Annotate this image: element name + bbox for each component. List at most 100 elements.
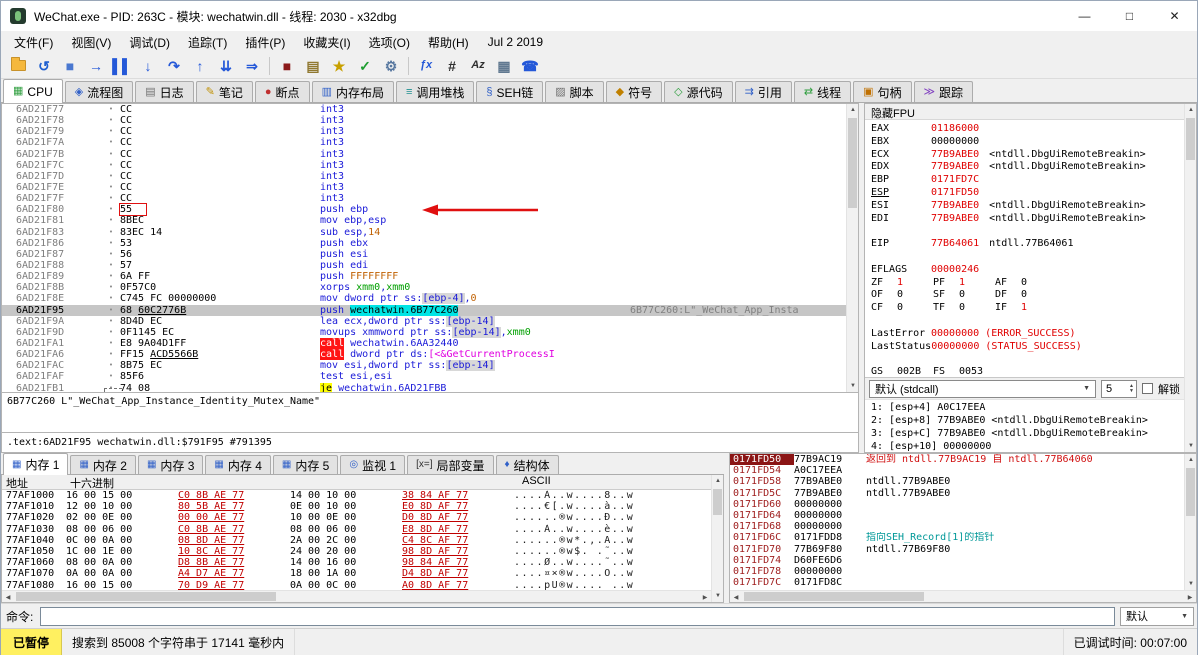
registers-vertical-scrollbar[interactable]: ▲ ▼ (1184, 104, 1196, 452)
command-input[interactable] (40, 606, 1115, 626)
scroll-up-arrow-icon[interactable]: ▲ (712, 475, 724, 487)
tab-memory-3[interactable]: ▦ 内存 3 (137, 455, 204, 474)
tab-breakpoints[interactable]: ● 断点 (254, 81, 310, 102)
tab-memory-5[interactable]: ▦ 内存 5 (272, 455, 339, 474)
command-mode-select[interactable]: 默认 ▼ (1120, 606, 1194, 626)
stack-row[interactable]: 0171FD7C 0171FD8C (730, 577, 1184, 588)
stack-row[interactable]: 0171FD5C 77B9ABE0 ntdll.77B9ABE0 (730, 488, 1184, 499)
menu-item-4[interactable]: 插件(P) (236, 32, 294, 53)
disasm-vertical-scrollbar[interactable]: ▲ ▼ (846, 104, 858, 392)
disasm-row[interactable]: 6AD21F9D • 0F1145 EC movups xmmword ptr ss:… (2, 326, 846, 338)
menu-item-2[interactable]: 调试(D) (120, 32, 179, 53)
breakpoints-button[interactable]: ■ (275, 55, 299, 77)
stack-row[interactable]: 0171FD6C 0171FDD8 指向SEH_Record[1]的指针 (730, 532, 1184, 543)
menu-item-3[interactable]: 追踪(T) (179, 32, 236, 53)
disasm-row[interactable]: 6AD21FB1 • 74 08 je wechatwin.6AD21FBB (2, 382, 846, 392)
tab-cpu[interactable]: ▦ CPU (3, 79, 63, 103)
scroll-thumb[interactable] (713, 489, 722, 515)
maximize-button[interactable]: □ (1107, 1, 1152, 31)
tab-memory-2[interactable]: ▦ 内存 2 (70, 455, 136, 474)
argument-row[interactable]: 4: [esp+10] 00000000 (871, 440, 1184, 452)
argument-row[interactable]: 3: [esp+C] 77B9ABE0 <ntdll.DbgUiRemoteBr… (871, 427, 1184, 440)
tab-memory-4[interactable]: ▦ 内存 4 (205, 455, 271, 474)
scroll-track[interactable] (1185, 116, 1196, 440)
run-to-user-code-button[interactable]: ⇊ (214, 55, 238, 77)
disasm-row[interactable]: 6AD21FA1 • E8 9A04D1FF call wechatwin.6AA32… (2, 337, 846, 349)
disasm-row[interactable]: 6AD21F95 • 68 60C2776B push wechatwin.6B77C… (2, 304, 846, 316)
tab-references[interactable]: ⇉ 引用 (734, 81, 792, 102)
dump-row[interactable]: 77AF1050 1C 00 1E 00 10 8C AE 77 24 00 20 0… (2, 546, 711, 557)
disasm-row[interactable]: 6AD21F7B • CC int3 (2, 149, 846, 160)
scroll-up-arrow-icon[interactable]: ▲ (1185, 454, 1197, 466)
register-row[interactable]: EBP 0171FD7C (871, 174, 1184, 187)
scroll-up-arrow-icon[interactable]: ▲ (1185, 104, 1197, 116)
stack-row[interactable]: 0171FD58 77B9ABE0 ntdll.77B9ABE0 (730, 476, 1184, 487)
register-row[interactable]: EAX 01186000 (871, 123, 1184, 136)
disasm-row[interactable]: 6AD21F7C • CC int3 (2, 160, 846, 171)
dump-row[interactable]: 77AF1010 12 00 10 00 80 5B AE 77 0E 00 10 0… (2, 501, 711, 512)
scroll-right-arrow-icon[interactable]: ▶ (1184, 591, 1196, 603)
stack-row[interactable]: 0171FD64 00000000 (730, 510, 1184, 521)
register-row[interactable]: EBX 00000000 (871, 136, 1184, 149)
tab-log[interactable]: ▤ 日志 (135, 81, 194, 102)
scroll-right-arrow-icon[interactable]: ▶ (699, 591, 711, 603)
close-button[interactable]: ✕ (1152, 1, 1197, 31)
register-row[interactable]: ESI 77B9ABE0 <ntdll.DbgUiRemoteBreakin> (871, 200, 1184, 213)
disasm-row[interactable]: 6AD21F77 • CC int3 (2, 104, 846, 115)
settings-button[interactable]: ⚙ (379, 55, 403, 77)
dump-row[interactable]: 77AF1060 08 00 0A 00 D8 8B AE 77 14 00 16 0… (2, 557, 711, 568)
skip-instruction-button[interactable]: ⇒ (240, 55, 264, 77)
tab-symbols[interactable]: ◆ 符号 (605, 81, 663, 102)
scroll-down-arrow-icon[interactable]: ▼ (712, 590, 724, 602)
stack-row[interactable]: 0171FD68 00000000 (730, 521, 1184, 532)
disasm-row[interactable]: 6AD21F83 • 83EC 14 sub esp,14 (2, 227, 846, 238)
stack-row[interactable]: 0171FD50 77B9AC19 返回到 ntdll.77B9AC19 自 ntd… (730, 454, 1184, 466)
menu-item-1[interactable]: 视图(V) (62, 32, 120, 53)
stack-row[interactable]: 0171FD54 A0C17EEA (730, 465, 1184, 476)
pause-button[interactable]: ▌▌ (110, 55, 134, 77)
disasm-row[interactable]: 6AD21F88 • 57 push edi (2, 260, 846, 271)
register-row[interactable]: OF 0 SF 0 DF 0 (871, 289, 1184, 302)
calculator-button[interactable]: ▦ (492, 55, 516, 77)
stack-vertical-scrollbar[interactable]: ▲ ▼ (1184, 454, 1196, 590)
scroll-down-arrow-icon[interactable]: ▼ (847, 380, 859, 392)
scroll-track[interactable] (712, 487, 723, 590)
dump-row[interactable]: 77AF1000 16 00 15 00 C0 8B AE 77 14 00 10 0… (2, 490, 711, 501)
register-row[interactable]: LastError 00000000 (ERROR_SUCCESS) (871, 328, 1184, 341)
disasm-row[interactable]: 6AD21F89 • 6A FF push FFFFFFFF (2, 271, 846, 282)
scroll-thumb[interactable] (16, 592, 276, 601)
open-file-button[interactable] (6, 55, 30, 77)
menu-item-7[interactable]: 帮助(H) (419, 32, 478, 53)
disasm-row[interactable]: 6AD21F8E • C745 FC 00000000 mov dword ptr s… (2, 293, 846, 305)
tab-notes[interactable]: ✎ 笔记 (195, 81, 253, 102)
disasm-row[interactable]: 6AD21F7F • CC int3 (2, 193, 846, 204)
run-button[interactable]: → (84, 55, 108, 77)
restart-button[interactable]: ↺ (32, 55, 56, 77)
scroll-track[interactable] (14, 591, 699, 602)
stack-row[interactable]: 0171FD78 00000000 (730, 566, 1184, 577)
tab-handles[interactable]: ▣ 句柄 (853, 81, 912, 102)
tab-trace[interactable]: ≫ 跟踪 (913, 81, 974, 102)
log-window-button[interactable]: ▤ (301, 55, 325, 77)
dump-row[interactable]: 77AF1080 16 00 15 00 70 D9 AE 77 0A 00 0C 0… (2, 580, 711, 591)
tab-graph[interactable]: ◈ 流程图 (64, 81, 134, 102)
register-row[interactable]: EDX 77B9ABE0 <ntdll.DbgUiRemoteBreakin> (871, 161, 1184, 174)
dump-row[interactable]: 77AF1030 08 00 06 00 C0 8B AE 77 08 00 06 0… (2, 524, 711, 535)
register-row[interactable]: ZF 1 PF 1 AF 0 (871, 277, 1184, 290)
dump-row[interactable]: 77AF1070 0A 00 0A 00 A4 D7 AE 77 18 00 1A 0… (2, 568, 711, 579)
register-row[interactable]: ECX 77B9ABE0 <ntdll.DbgUiRemoteBreakin> (871, 149, 1184, 162)
close-file-button[interactable]: ■ (58, 55, 82, 77)
step-into-button[interactable]: ↓ (136, 55, 160, 77)
disasm-row[interactable]: 6AD21F7A • CC int3 (2, 137, 846, 148)
scroll-thumb[interactable] (848, 118, 857, 208)
scroll-up-arrow-icon[interactable]: ▲ (847, 104, 859, 116)
register-row[interactable]: LastStatus00000000 (STATUS_SUCCESS) (871, 341, 1184, 354)
tab-memory-map[interactable]: ▥ 内存布局 (311, 81, 394, 102)
disasm-row[interactable]: 6AD21F87 • 56 push esi (2, 249, 846, 260)
patches-button[interactable]: ✓ (353, 55, 377, 77)
disasm-row[interactable]: 6AD21FA6 • FF15 ACD5566B call dword ptr ds:… (2, 349, 846, 361)
dump-vertical-scrollbar[interactable]: ▲ ▼ (711, 475, 723, 602)
argument-row[interactable]: 1: [esp+4] A0C17EEA (871, 401, 1184, 414)
step-over-button[interactable]: ↷ (162, 55, 186, 77)
stack-row[interactable]: 0171FD70 77B69F80 ntdll.77B69F80 (730, 544, 1184, 555)
